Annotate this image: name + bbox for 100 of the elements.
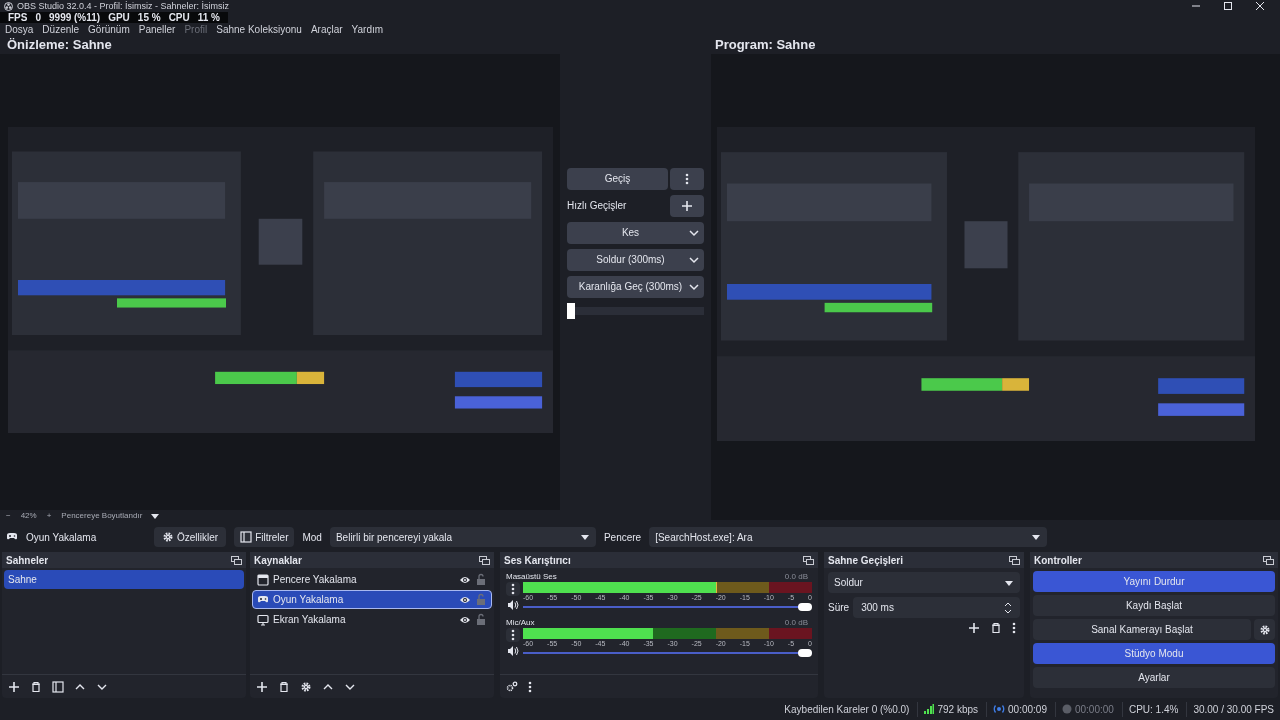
more-button[interactable] xyxy=(506,628,520,642)
more-button[interactable] xyxy=(506,582,520,596)
mute-button[interactable] xyxy=(506,598,520,612)
menu-item[interactable]: Düzenle xyxy=(42,24,80,35)
volume-slider[interactable] xyxy=(523,602,812,612)
source-item[interactable]: Pencere Yakalama xyxy=(252,570,492,589)
zoom-in-button[interactable]: + xyxy=(46,512,52,520)
add-button[interactable] xyxy=(670,194,704,217)
more-icon[interactable] xyxy=(1012,622,1016,634)
db-reading: 0.0 dB xyxy=(784,618,808,628)
caret-icon xyxy=(1031,533,1042,541)
signal-icon xyxy=(924,704,935,714)
mode-dropdown[interactable]: Belirli bir pencereyi yakala xyxy=(329,527,596,547)
caret-icon xyxy=(689,227,699,238)
mute-button[interactable] xyxy=(506,644,520,658)
dock-title: Ses Karıştırıcı xyxy=(504,553,572,568)
volume-slider[interactable] xyxy=(523,648,812,658)
menu-item[interactable]: Dosya xyxy=(5,24,34,35)
window-title: OBS Studio 32.0.4 - Profil: İsimsiz - Sahneler: İsimsiz xyxy=(17,1,230,11)
gpu-value: 15 % xyxy=(137,12,161,23)
transition-dropdown[interactable]: Soldur xyxy=(828,572,1020,593)
add-icon[interactable] xyxy=(256,680,268,693)
channel-name: Mic/Aux xyxy=(506,618,536,628)
source-item[interactable]: Ekran Yakalama xyxy=(252,610,492,629)
dropped-frames: Kaybedilen Kareler 0 (%0.0) xyxy=(784,701,910,717)
db-reading: 0.0 dB xyxy=(784,572,808,582)
trash-icon[interactable] xyxy=(278,680,290,693)
properties-button[interactable]: Özellikler xyxy=(154,527,227,547)
control-button[interactable]: Kaydı Başlat xyxy=(1033,595,1275,616)
cpu-label: CPU xyxy=(168,12,190,23)
add-icon[interactable] xyxy=(968,622,980,634)
stream-time: 00:00:09 xyxy=(1008,702,1047,717)
float-icon[interactable] xyxy=(479,555,490,565)
add-icon[interactable] xyxy=(8,680,20,693)
program-title: Program: Sahne xyxy=(714,36,817,54)
quick-transitions-label: Hızlı Geçişler xyxy=(567,199,628,213)
spin-arrows-icon xyxy=(1004,600,1012,615)
menu-item[interactable]: Paneller xyxy=(138,24,176,35)
plus-icon xyxy=(681,199,693,212)
menu-item[interactable]: Yardım xyxy=(351,24,384,35)
menu-item[interactable]: Görünüm xyxy=(88,24,130,35)
menu-item[interactable]: Araçlar xyxy=(310,24,343,35)
record-icon xyxy=(1061,704,1072,714)
speaker-icon xyxy=(507,599,519,611)
source-item[interactable]: Oyun Yakalama xyxy=(252,590,492,609)
trash-icon[interactable] xyxy=(30,680,42,693)
zoom-mode-dropdown[interactable]: Pencereye Boyutlandır xyxy=(61,512,161,520)
fps-label: FPS xyxy=(8,12,28,23)
cpu-value: 11 % xyxy=(197,12,220,23)
zoom-level: 42% xyxy=(20,512,37,520)
filters-button[interactable]: Filtreler xyxy=(234,527,295,547)
source-name: Oyun Yakalama xyxy=(26,530,98,545)
caret-icon xyxy=(689,281,699,292)
speaker-icon xyxy=(507,645,519,657)
dock-title: Sahne Geçişleri xyxy=(828,553,905,568)
control-button[interactable]: Sanal Kamerayı Başlat xyxy=(1033,619,1251,640)
scene-item[interactable]: Sahne xyxy=(4,570,244,589)
float-icon[interactable] xyxy=(1263,555,1274,565)
source-label: Oyun Yakalama xyxy=(273,593,345,607)
cpu-usage: CPU: 1.4% xyxy=(1121,701,1179,717)
fps-value: 0 xyxy=(35,12,41,23)
duration-spinbox[interactable]: 300 ms xyxy=(853,597,1020,618)
menu-item[interactable]: Sahne Koleksiyonu xyxy=(216,24,302,35)
quick-transition-dropdown[interactable]: Karanlığa Geç (300ms) xyxy=(567,275,704,298)
dock-title: Kaynaklar xyxy=(254,553,303,568)
more-icon xyxy=(511,583,515,595)
fps-reading: 30.00 / 30.00 FPS xyxy=(1186,701,1274,717)
float-icon[interactable] xyxy=(803,555,814,565)
quick-transition-dropdown[interactable]: Soldur (300ms) xyxy=(567,248,704,271)
volume-handle[interactable] xyxy=(798,603,812,611)
float-icon[interactable] xyxy=(1009,555,1020,565)
source-label: Ekran Yakalama xyxy=(273,613,347,627)
control-button[interactable]: Ayarlar xyxy=(1033,667,1275,688)
close-icon[interactable] xyxy=(1256,2,1264,10)
t-bar-handle[interactable] xyxy=(567,302,575,319)
settings-button[interactable] xyxy=(1254,619,1275,640)
quick-transition-dropdown[interactable]: Kes xyxy=(567,221,704,244)
volume-handle[interactable] xyxy=(798,649,812,657)
duration-label: Süre xyxy=(828,601,850,615)
float-icon[interactable] xyxy=(231,555,242,565)
caret-icon xyxy=(150,512,161,520)
trash-icon[interactable] xyxy=(990,622,1002,634)
menu-item: Profil xyxy=(184,24,208,35)
control-button[interactable]: Yayını Durdur xyxy=(1033,571,1275,592)
more-icon xyxy=(685,172,689,185)
control-button[interactable]: Stüdyo Modu xyxy=(1033,643,1275,664)
mode-label: Mod xyxy=(302,530,322,545)
window-dropdown[interactable]: [SearchHost.exe]: Ara xyxy=(649,527,1048,547)
frame-count: 9999 (%11) xyxy=(49,12,101,23)
window-label: Pencere xyxy=(603,530,642,545)
transition-button[interactable]: Geçiş xyxy=(567,167,668,190)
minimize-icon[interactable] xyxy=(1192,2,1200,10)
preview-title: Önizleme: Sahne xyxy=(6,36,113,54)
bitrate: 792 kbps xyxy=(937,702,979,717)
source-label: Pencere Yakalama xyxy=(273,573,358,587)
record-time: 00:00:00 xyxy=(1074,702,1114,717)
zoom-out-button[interactable]: − xyxy=(6,512,11,520)
maximize-icon[interactable] xyxy=(1224,2,1232,10)
dock-title: Kontroller xyxy=(1034,553,1083,568)
caret-icon xyxy=(579,533,590,541)
